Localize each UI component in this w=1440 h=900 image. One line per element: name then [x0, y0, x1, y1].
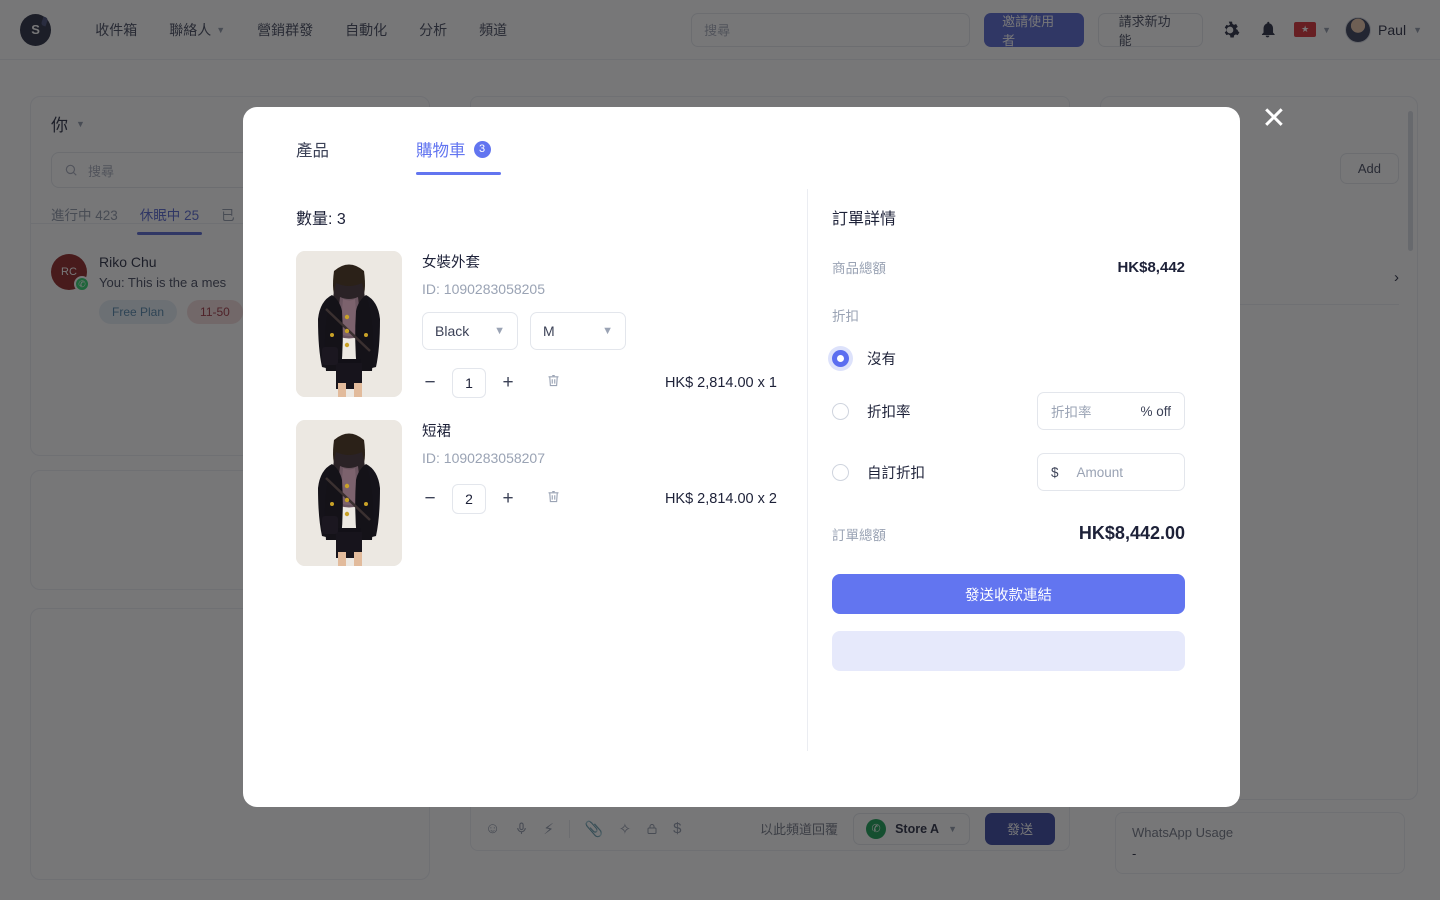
trash-icon[interactable] [546, 488, 561, 510]
close-icon[interactable]: ✕ [1259, 104, 1289, 134]
cart-item: 短裙 ID: 1090283058207 − 2 + HK$ 2,814.00 … [296, 420, 777, 566]
modal-tabs: 產品 購物車 3 [243, 107, 1240, 175]
product-id: ID: 1090283058205 [422, 281, 545, 297]
size-value: M [543, 323, 555, 339]
cart-item-details: 女裝外套 ID: 1090283058205 Black ▼ M ▼ − 1 +… [422, 251, 777, 398]
tab-label: 購物車 [416, 142, 466, 160]
variant-selectors: Black ▼ M ▼ [422, 312, 777, 350]
discount-percent-input[interactable]: 折扣率 % off [1037, 392, 1185, 430]
subtotal-label: 商品總額 [832, 261, 886, 276]
discount-option-label: 自訂折扣 [867, 465, 925, 482]
order-total-value: HK$8,442.00 [1078, 523, 1185, 543]
plus-icon[interactable]: + [500, 488, 516, 510]
quantity-stepper: − 2 + HK$ 2,814.00 x 2 [422, 484, 777, 514]
order-total-row: 訂單總額 HK$8,442.00 [832, 523, 1185, 544]
discount-option-label: 折扣率 [867, 404, 911, 421]
tab-cart[interactable]: 購物車 3 [416, 137, 536, 175]
secondary-action-button[interactable] [832, 631, 1185, 671]
discount-option-percent[interactable]: 折扣率 折扣率 % off [832, 392, 1185, 430]
product-id: ID: 1090283058207 [422, 450, 545, 466]
order-summary-title: 訂單詳情 [832, 211, 897, 228]
cart-quantity-label: 數量: 3 [296, 211, 346, 228]
product-name: 短裙 [422, 424, 451, 440]
quantity-stepper: − 1 + HK$ 2,814.00 x 1 [422, 368, 777, 398]
minus-icon[interactable]: − [422, 488, 438, 510]
trash-icon[interactable] [546, 372, 561, 394]
currency-unit-label: $ [1051, 464, 1059, 480]
product-thumbnail[interactable] [296, 251, 402, 397]
quantity-input[interactable]: 1 [452, 368, 486, 398]
discount-percent-placeholder: 折扣率 [1051, 405, 1092, 420]
discount-amount-input[interactable]: $ Amount [1037, 453, 1185, 491]
discount-amount-placeholder: Amount [1076, 464, 1124, 480]
chevron-down-icon: ▼ [602, 325, 613, 337]
subtotal-row: 商品總額 HK$8,442 [832, 257, 1185, 277]
discount-option-none[interactable]: 沒有 [832, 348, 1185, 369]
discount-option-label: 沒有 [867, 352, 896, 368]
percent-unit-label: % off [1140, 403, 1171, 419]
cart-item: 女裝外套 ID: 1090283058205 Black ▼ M ▼ − 1 +… [296, 251, 777, 398]
chevron-down-icon: ▼ [494, 325, 505, 337]
color-select[interactable]: Black ▼ [422, 312, 518, 350]
cart-items-column: 數量: 3 女裝外套 ID: 1090283058205 Black ▼ M ▼… [243, 175, 807, 796]
tab-label: 產品 [296, 142, 329, 160]
color-value: Black [435, 323, 470, 339]
cart-count-badge: 3 [473, 140, 491, 158]
minus-icon[interactable]: − [422, 372, 438, 394]
modal-body: 數量: 3 女裝外套 ID: 1090283058205 Black ▼ M ▼… [243, 175, 1240, 796]
line-price: HK$ 2,814.00 x 1 [664, 375, 777, 391]
discount-option-custom[interactable]: 自訂折扣 $ Amount [832, 453, 1185, 491]
radio-button[interactable] [832, 463, 849, 481]
plus-icon[interactable]: + [500, 372, 516, 394]
radio-button[interactable] [832, 350, 849, 367]
product-name: 女裝外套 [422, 255, 480, 271]
order-summary-column: 訂單詳情 商品總額 HK$8,442 折扣 沒有 折扣率 折扣率 % off 自… [808, 175, 1240, 796]
tab-products[interactable]: 產品 [296, 137, 416, 175]
cart-item-details: 短裙 ID: 1090283058207 − 2 + HK$ 2,814.00 … [422, 420, 777, 566]
discount-section-label: 折扣 [832, 309, 859, 324]
order-total-label: 訂單總額 [832, 527, 886, 543]
product-thumbnail[interactable] [296, 420, 402, 566]
subtotal-value: HK$8,442 [1117, 258, 1185, 276]
quantity-input[interactable]: 2 [452, 484, 486, 514]
size-select[interactable]: M ▼ [530, 312, 626, 350]
line-price: HK$ 2,814.00 x 2 [664, 491, 777, 507]
radio-button[interactable] [832, 402, 849, 420]
send-payment-link-label: 發送收款連結 [965, 587, 1052, 604]
send-payment-link-button[interactable]: 發送收款連結 [832, 574, 1185, 614]
cart-modal: 產品 購物車 3 數量: 3 女裝外套 ID: 1090283058205 Bl… [243, 107, 1240, 807]
